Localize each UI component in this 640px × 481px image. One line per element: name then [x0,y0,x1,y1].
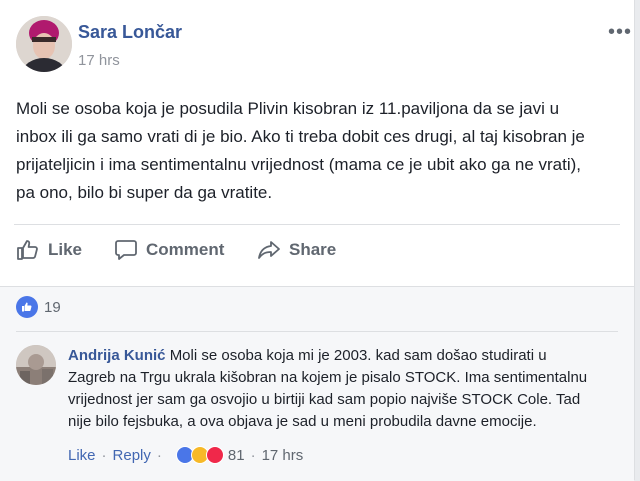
comment-icon [115,240,137,260]
reaction-count: 19 [44,298,61,316]
divider [16,331,618,332]
comment-text-line: Zagreb na Trgu ukrala kišobran na kojem … [68,369,588,386]
comment-button[interactable]: Comment [114,231,224,269]
divider [14,224,620,225]
like-label: Like [48,240,83,259]
comments-section: 19 Andrija Kunić Moli se osoba koja mi j… [0,286,634,481]
comment-reactions[interactable] [175,446,224,464]
comment-like-link[interactable]: Like [68,447,96,464]
post-body: Moli se osoba koja je posudila Plivin ki… [16,95,621,207]
comment-label: Comment [146,240,225,259]
comment-meta: Like · Reply · 81 · 17 hrs [68,445,303,465]
post-text-line: Moli se osoba koja je posudila Plivin ki… [16,99,560,118]
separator-dot: · [250,446,256,464]
share-button[interactable]: Share [257,231,336,269]
post-author-name[interactable]: Sara Lončar [78,22,182,43]
comment-timestamp[interactable]: 17 hrs [262,447,304,464]
commenter-avatar[interactable] [16,345,56,385]
post-text-line: inbox ili ga samo vrati di je bio. Ako t… [16,127,585,146]
love-icon [205,446,224,464]
action-bar: Like Comment Share [14,231,620,269]
separator-dot: · [156,446,162,464]
comment-reaction-count: 81 [227,446,245,464]
post-card: Sara Lončar 17 hrs ••• Moli se osoba koj… [0,0,635,481]
like-button[interactable]: Like [16,231,82,269]
commenter-name[interactable]: Andrija Kunić [68,347,166,364]
comment-reply-link[interactable]: Reply [113,447,151,464]
post-timestamp[interactable]: 17 hrs [78,52,120,69]
comment-body: Andrija Kunić Moli se osoba koja mi je 2… [68,345,588,433]
author-avatar[interactable] [16,16,72,72]
post-text-line: pa ono, bilo bi super da ga vratite. [16,183,273,202]
share-label: Share [289,240,337,259]
share-arrow-icon [258,241,280,259]
post-header: Sara Lončar 17 hrs ••• [16,16,631,78]
more-options-icon[interactable]: ••• [608,22,632,42]
comment-text-line: nije bilo fejsbuka, a ova objava je sad … [68,413,537,430]
thumbs-up-icon [17,240,38,260]
separator-dot: · [101,446,107,464]
reaction-summary[interactable]: 19 [16,295,61,319]
comment-text-line: Moli se osoba koja mi je 2003. kad sam d… [169,347,547,364]
comment-text-line: vrijednost jer sam ga osvojio u birtiji … [68,391,581,408]
like-icon [16,296,38,318]
post-text-line: prijateljicin i ima sentimentalnu vrijed… [16,155,582,174]
